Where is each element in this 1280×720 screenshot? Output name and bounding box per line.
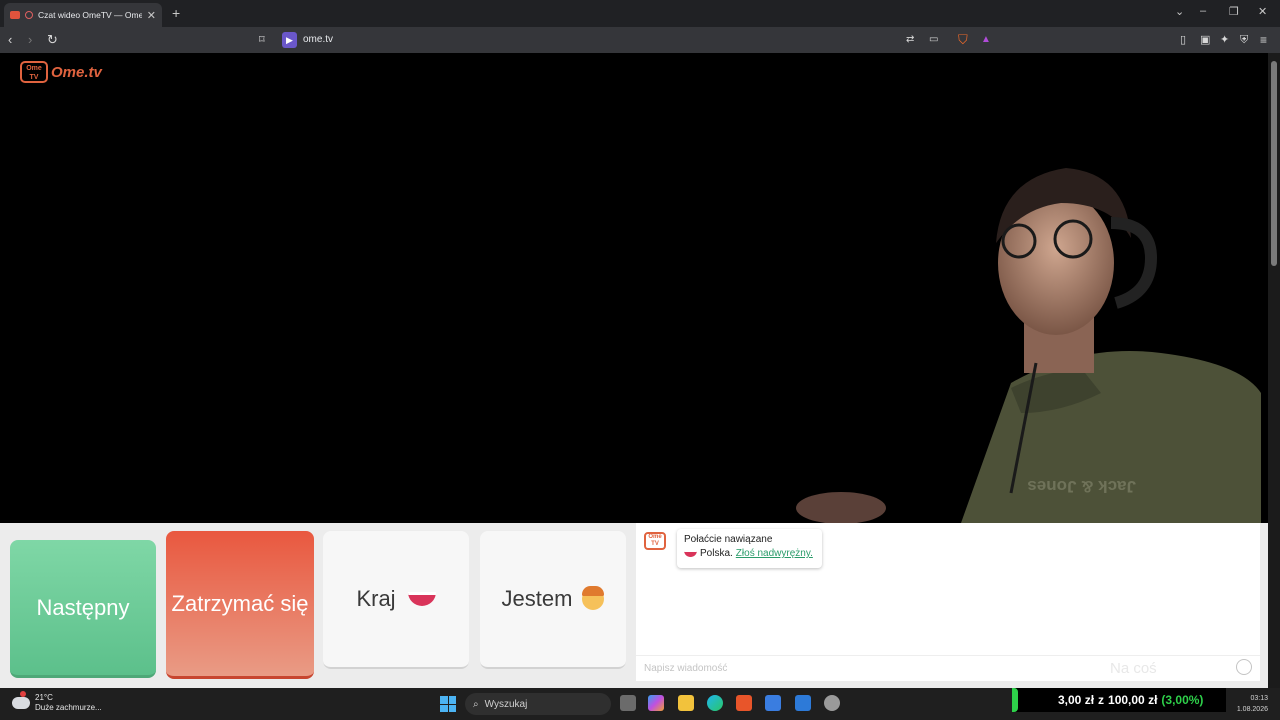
country-filter-button[interactable]: Kraj — [323, 531, 469, 669]
file-explorer-icon[interactable] — [678, 695, 694, 711]
recording-icon — [25, 11, 33, 19]
brave-shield-icon[interactable]: ⛉ — [958, 31, 968, 49]
scrollbar-thumb[interactable] — [1271, 61, 1277, 266]
country-text: Polska. — [700, 548, 733, 559]
store-icon[interactable] — [765, 695, 781, 711]
bookmark-icon[interactable]: ⌑ — [259, 31, 265, 49]
poland-flag-icon — [407, 592, 436, 606]
goal-amount: 3,00 zł — [1058, 693, 1095, 707]
country-label: Kraj — [356, 586, 396, 611]
logo-badge: Ome TV — [20, 61, 48, 83]
browser-tabbar: Czat wideo OmeTV — Omeg ✕ + ⌄ – ❐ ✕ — [0, 0, 1280, 27]
boy-emoji-icon — [582, 586, 605, 610]
obs-icon[interactable] — [824, 695, 840, 711]
goal-of: z — [1098, 693, 1105, 707]
next-label: Następny — [36, 594, 130, 620]
browser-tab[interactable]: Czat wideo OmeTV — Omeg ✕ — [4, 3, 162, 27]
taskbar: 21°C Duże zachmurze... ⌕ Wyszukaj 3,00 z… — [0, 688, 1280, 720]
system-message: Połaćcie nawiązane Polska. Złoś nadwyręż… — [677, 529, 822, 568]
close-window-button[interactable]: ✕ — [1258, 5, 1267, 18]
outlook-icon[interactable] — [795, 695, 811, 711]
leo-ai-icon[interactable]: ✦ — [1220, 31, 1229, 49]
brave-rewards-icon[interactable]: ▲ — [981, 31, 991, 49]
back-icon[interactable]: ‹ — [8, 31, 12, 49]
next-button[interactable]: Następny — [10, 540, 156, 678]
clock-date: 1.08.2026 — [1236, 706, 1268, 713]
url-text: ome.tv — [303, 34, 334, 45]
stranger-video-feed: Jack & Jones — [796, 168, 1261, 523]
temperature: 21°C — [35, 693, 53, 702]
maximize-button[interactable]: ❐ — [1229, 5, 1239, 18]
cloud-icon — [12, 691, 30, 709]
brave-browser-icon[interactable] — [736, 695, 752, 711]
clock-time: 03:13 — [1250, 695, 1268, 702]
menu-icon[interactable]: ≡ — [1260, 31, 1267, 49]
task-view-icon[interactable] — [620, 695, 636, 711]
ometv-logo[interactable]: Ome TV Ome.tv — [20, 61, 102, 83]
goal-progress-marker — [1012, 688, 1018, 712]
tab-title: Czat wideo OmeTV — Omeg — [38, 10, 142, 20]
taskbar-search[interactable]: ⌕ Wyszukaj — [465, 693, 611, 715]
translate-icon[interactable]: ⇄ — [906, 31, 914, 49]
emoji-icon[interactable] — [1236, 659, 1252, 675]
system-clock[interactable]: 03:13 1.08.2026 — [1232, 693, 1268, 715]
page-scrollbar[interactable] — [1268, 53, 1280, 688]
site-camera-icon: ▶ — [282, 32, 297, 48]
chat-panel: Ome TV Połaćcie nawiązane Polska. Złoś n… — [636, 523, 1260, 681]
sidebar-icon[interactable]: ▯ — [1180, 31, 1186, 49]
edge-icon[interactable] — [707, 695, 723, 711]
minimize-button[interactable]: – — [1200, 5, 1206, 17]
weather-widget[interactable]: 21°C Duże zachmurze... — [12, 691, 102, 713]
reload-icon[interactable]: ↻ — [47, 31, 58, 49]
stop-button[interactable]: Zatrzymać się — [166, 531, 314, 679]
goal-total: 100,00 zł — [1108, 693, 1158, 707]
shirt-print: Jack & Jones — [1027, 477, 1136, 496]
vpn-icon[interactable]: ⛨ — [1240, 31, 1248, 49]
youtube-icon — [10, 11, 20, 19]
forward-icon[interactable]: › — [28, 31, 32, 49]
report-abuse-link[interactable]: Złoś nadwyrężny. — [736, 548, 813, 559]
wallet-icon[interactable]: ▣ — [1200, 31, 1210, 49]
chat-input-bar[interactable]: Napisz wiadomość Na coś — [636, 655, 1260, 681]
search-label: Wyszukaj — [484, 698, 528, 710]
stop-label: Zatrzymać się — [171, 590, 309, 616]
message-input[interactable]: Napisz wiadomość — [644, 663, 727, 674]
address-bar[interactable]: ▶ ome.tv — [282, 31, 994, 50]
browser-toolbar: ‹ › ↻ ⌑ ▶ ome.tv ⇄ ▭ ⛉ ▲ ▯ ▣ ✦ ⛨ ≡ — [0, 27, 1280, 53]
gender-label: Jestem — [501, 586, 573, 611]
tab-list-icon[interactable]: ⌄ — [1175, 5, 1184, 18]
connection-text: Połaćcie nawiązane — [684, 534, 773, 545]
donation-goal-overlay: 3,00 zł z 100,00 zł (3,00%) — [1012, 688, 1226, 712]
control-panel: Następny Zatrzymać się Kraj Jestem Ome T… — [0, 523, 1268, 688]
cast-icon[interactable]: ▭ — [929, 31, 938, 49]
poland-flag-icon — [684, 550, 697, 557]
video-panel: Ome TV Ome.tv Jack & Jones — [10, 53, 1261, 523]
goal-percent: (3,00%) — [1161, 693, 1204, 707]
search-icon: ⌕ — [473, 698, 479, 710]
windows-start-icon[interactable] — [440, 696, 456, 712]
new-tab-button[interactable]: + — [172, 5, 180, 21]
gender-button[interactable]: Jestem — [480, 531, 626, 669]
weather-condition: Duże zachmurze... — [35, 703, 102, 712]
copilot-icon[interactable] — [648, 695, 664, 711]
chat-ometv-icon: Ome TV — [644, 532, 666, 550]
logo-text: Ome.tv — [51, 63, 102, 81]
close-tab-icon[interactable]: ✕ — [147, 9, 156, 22]
watermark-text: Na coś — [1110, 660, 1157, 677]
